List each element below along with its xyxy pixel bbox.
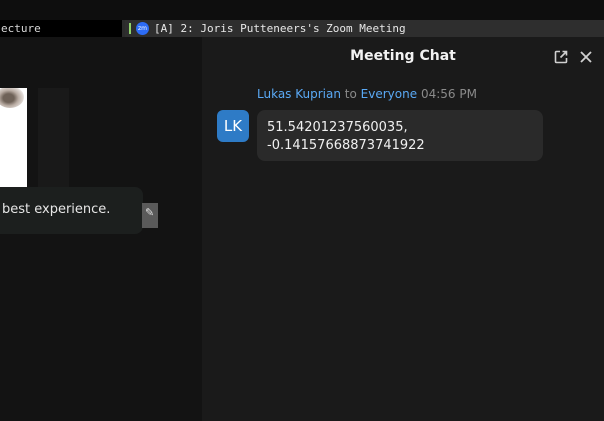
notice-text: best experience.: [2, 202, 111, 217]
active-window-indicator: [129, 23, 131, 34]
taskbar-window-label[interactable]: ecture: [1, 22, 41, 35]
close-icon[interactable]: [578, 49, 594, 65]
message-sender[interactable]: Lukas Kuprian: [257, 87, 341, 101]
taskbar: ecture zm [A] 2: Joris Putteneers's Zoom…: [0, 20, 604, 37]
chat-title: Meeting Chat: [350, 48, 456, 64]
message-to-label: to: [344, 87, 357, 101]
popout-icon[interactable]: [553, 49, 569, 65]
video-content: [0, 88, 24, 108]
video-tile-edge: [38, 88, 69, 189]
active-window-title: [A] 2: Joris Putteneers's Zoom Meeting: [154, 22, 406, 35]
message-bubble[interactable]: 51.54201237560035, -0.14157668873741922: [257, 110, 543, 161]
notice-action-button[interactable]: ✎: [142, 203, 158, 228]
message-text: 51.54201237560035, -0.14157668873741922: [267, 120, 425, 153]
zoom-app-icon: zm: [136, 22, 149, 35]
message-time: 04:56 PM: [420, 87, 477, 101]
avatar[interactable]: LK: [217, 110, 249, 142]
message-header: Lukas Kuprian to Everyone 04:56 PM: [257, 87, 477, 101]
message-recipient[interactable]: Everyone: [361, 87, 417, 101]
chat-panel: Meeting Chat LK Lukas Kuprian to Everyon…: [202, 37, 604, 421]
taskbar-active-window[interactable]: zm [A] 2: Joris Putteneers's Zoom Meetin…: [125, 20, 604, 37]
notice-banner: best experience.: [0, 187, 143, 234]
edit-icon: ✎: [145, 206, 155, 219]
meeting-stage: best experience. ✎: [0, 37, 202, 421]
participant-video[interactable]: [0, 88, 27, 187]
